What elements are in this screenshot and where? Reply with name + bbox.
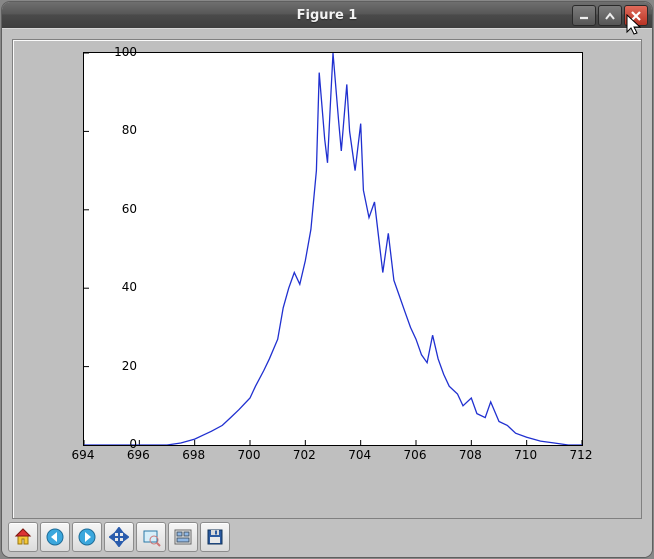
forward-arrow-icon — [77, 527, 97, 547]
window-titlebar[interactable]: Figure 1 — [2, 2, 652, 29]
maximize-icon — [604, 10, 616, 22]
figure-window: Figure 1 020406080100 694696698700702704… — [2, 2, 652, 557]
window-controls — [572, 5, 648, 26]
forward-button[interactable] — [72, 522, 102, 552]
save-button[interactable] — [200, 522, 230, 552]
x-tick-label: 694 — [72, 448, 95, 462]
y-tick-label: 60 — [87, 202, 137, 216]
figure-canvas[interactable]: 020406080100 694696698700702704706708710… — [12, 39, 642, 519]
back-arrow-icon — [45, 527, 65, 547]
x-tick-label: 710 — [514, 448, 537, 462]
zoom-button[interactable] — [136, 522, 166, 552]
x-tick-label: 698 — [182, 448, 205, 462]
x-tick-label: 708 — [459, 448, 482, 462]
y-tick-label: 40 — [87, 280, 137, 294]
y-tick-label: 100 — [87, 45, 137, 59]
subplots-button[interactable] — [168, 522, 198, 552]
pan-button[interactable] — [104, 522, 134, 552]
home-icon — [13, 527, 33, 547]
y-tick-label: 80 — [87, 123, 137, 137]
line-plot — [84, 53, 582, 445]
close-button[interactable] — [624, 5, 648, 26]
x-tick-label: 704 — [348, 448, 371, 462]
home-button[interactable] — [8, 522, 38, 552]
x-tick-label: 712 — [570, 448, 593, 462]
window-client-area: 020406080100 694696698700702704706708710… — [2, 28, 652, 557]
zoom-rect-icon — [141, 527, 161, 547]
configure-icon — [173, 527, 193, 547]
move-icon — [109, 527, 129, 547]
matplotlib-toolbar — [8, 522, 230, 552]
x-tick-label: 706 — [404, 448, 427, 462]
x-tick-label: 700 — [238, 448, 261, 462]
plot-axes — [83, 52, 583, 446]
save-icon — [205, 527, 225, 547]
minimize-icon — [578, 10, 590, 22]
close-icon — [630, 10, 642, 22]
y-tick-label: 20 — [87, 359, 137, 373]
x-tick-label: 696 — [127, 448, 150, 462]
maximize-button[interactable] — [598, 5, 622, 26]
back-button[interactable] — [40, 522, 70, 552]
x-tick-label: 702 — [293, 448, 316, 462]
minimize-button[interactable] — [572, 5, 596, 26]
window-title: Figure 1 — [297, 8, 358, 23]
